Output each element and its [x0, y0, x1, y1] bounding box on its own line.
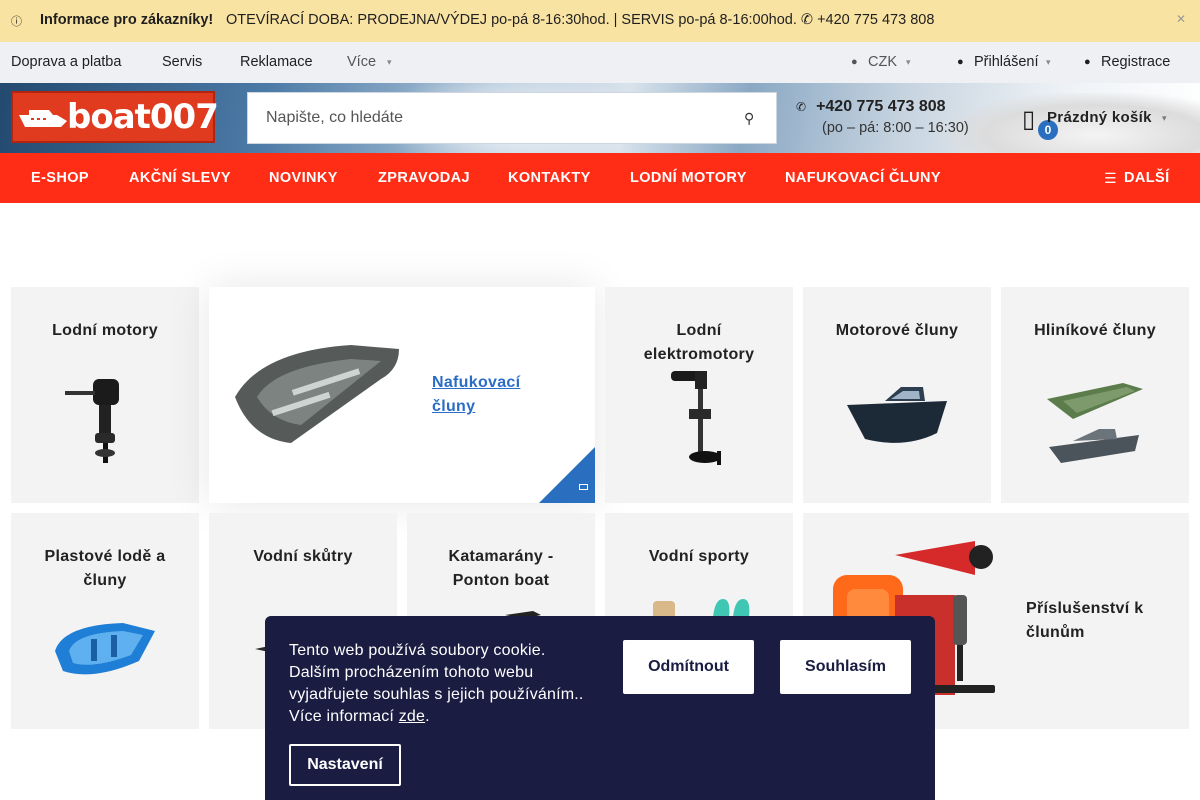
- nav-link-reklamace[interactable]: Reklamace: [240, 54, 313, 70]
- settings-button[interactable]: Nastavení: [289, 744, 401, 786]
- outboard-motor-image: [65, 379, 119, 463]
- menu-lodni-motory[interactable]: LODNÍ MOTORY: [630, 170, 747, 186]
- nav-link-servis[interactable]: Servis: [162, 54, 202, 70]
- accept-button[interactable]: Souhlasím: [780, 640, 911, 694]
- chevron-down-icon: ▾: [1162, 113, 1167, 123]
- phone-icon: ✆: [796, 100, 807, 114]
- category-title: Motorové čluny: [835, 322, 959, 339]
- register-link[interactable]: Registrace: [1101, 54, 1170, 70]
- header: boat007 ⚲ ✆ +420 775 473 808 (po – pá: 8:…: [0, 83, 1200, 153]
- cookie-text: Tento web používá soubory cookie. Dalším…: [289, 640, 589, 728]
- menu-akcni-slevy[interactable]: AKČNÍ SLEVY: [129, 170, 231, 186]
- logo-text: boat007: [67, 97, 219, 137]
- info-text: OTEVÍRACÍ DOBA: PRODEJNA/VÝDEJ po-pá 8-1…: [226, 12, 935, 28]
- currency-selector[interactable]: CZK: [868, 54, 897, 70]
- search-input[interactable]: [248, 93, 728, 143]
- motorboat-image: [847, 387, 947, 443]
- menu-zpravodaj[interactable]: ZPRAVODAJ: [378, 170, 470, 186]
- category-nafukovaci-cluny[interactable]: Nafukovací čluny: [209, 287, 595, 503]
- category-title: Hliníkové čluny: [1034, 322, 1156, 339]
- cart-label[interactable]: Prázdný košík: [1047, 109, 1152, 126]
- menu-nafukovaci-cluny[interactable]: NAFUKOVACÍ ČLUNY: [785, 170, 941, 186]
- category-title: Vodní sporty: [648, 548, 750, 565]
- login-link[interactable]: Přihlášení: [974, 54, 1038, 70]
- menu-kontakty[interactable]: KONTAKTY: [508, 170, 591, 186]
- nav-more[interactable]: Více: [347, 54, 376, 70]
- info-bar: ⓘ Informace pro zákazníky! OTEVÍRACÍ DOB…: [0, 0, 1200, 42]
- cookie-consent-bar: Tento web používá soubory cookie. Dalším…: [265, 616, 935, 800]
- inflatable-boat-image: [235, 345, 399, 443]
- main-navigation: E-SHOP AKČNÍ SLEVY NOVINKY ZPRAVODAJ KON…: [0, 153, 1200, 203]
- register-icon: ●: [1084, 56, 1091, 68]
- opening-hours: (po – pá: 8:00 – 16:30): [822, 120, 969, 136]
- cart-icon[interactable]: ▯: [1022, 105, 1036, 133]
- menu-more[interactable]: DALŠÍ: [1124, 170, 1170, 186]
- electric-motor-image: [671, 371, 721, 465]
- search-box: ⚲: [247, 92, 777, 144]
- menu-icon: ☰: [1104, 170, 1117, 186]
- boat-logo-icon: [19, 110, 67, 127]
- menu-novinky[interactable]: NOVINKY: [269, 170, 338, 186]
- chevron-down-icon: ▾: [387, 57, 392, 67]
- nav-link-doprava[interactable]: Doprava a platba: [11, 54, 121, 70]
- chevron-down-icon: ▾: [1046, 57, 1051, 67]
- user-icon: ●: [957, 56, 964, 68]
- category-hlinikove-cluny[interactable]: Hliníkové čluny: [1001, 287, 1189, 503]
- search-icon[interactable]: ⚲: [744, 110, 754, 126]
- arrow-icon: [579, 484, 588, 490]
- aluminum-boat-image: [1047, 383, 1143, 463]
- category-title: Plastové lodě a čluny: [44, 548, 166, 589]
- category-link[interactable]: Nafukovací čluny: [432, 371, 552, 419]
- category-title: Příslušenství k člunům: [1026, 600, 1144, 641]
- category-corner: [539, 447, 595, 503]
- category-title: Lodní motory: [52, 322, 158, 339]
- menu-eshop[interactable]: E-SHOP: [31, 170, 89, 186]
- category-plastove-lode[interactable]: Plastové lodě a čluny: [11, 513, 199, 729]
- currency-icon: ●: [851, 56, 858, 68]
- cookie-message: Tento web používá soubory cookie. Dalším…: [289, 642, 584, 725]
- category-lodni-motory[interactable]: Lodní motory: [11, 287, 199, 503]
- info-icon: ⓘ: [11, 16, 22, 28]
- cookie-period: .: [425, 708, 430, 725]
- reject-button[interactable]: Odmítnout: [623, 640, 754, 694]
- top-navigation: Doprava a platba Servis Reklamace Více ▾…: [0, 42, 1200, 83]
- category-elektromotory[interactable]: Lodní elektromotory: [605, 287, 793, 503]
- logo[interactable]: boat007: [11, 91, 219, 143]
- category-title: Vodní skůtry: [253, 548, 353, 565]
- phone-number: +420 775 473 808: [816, 98, 946, 115]
- category-title: Katamarány - Ponton boat: [448, 548, 554, 589]
- plastic-boat-image: [55, 623, 155, 675]
- category-title: Lodní elektromotory: [643, 322, 755, 363]
- phone-contact[interactable]: ✆ +420 775 473 808: [796, 98, 946, 116]
- chevron-down-icon: ▾: [906, 57, 911, 67]
- info-title: Informace pro zákazníky!: [40, 12, 214, 28]
- cookie-more-link[interactable]: zde: [399, 708, 425, 725]
- category-motorove-cluny[interactable]: Motorové čluny: [803, 287, 991, 503]
- close-icon[interactable]: ✕: [1176, 12, 1186, 26]
